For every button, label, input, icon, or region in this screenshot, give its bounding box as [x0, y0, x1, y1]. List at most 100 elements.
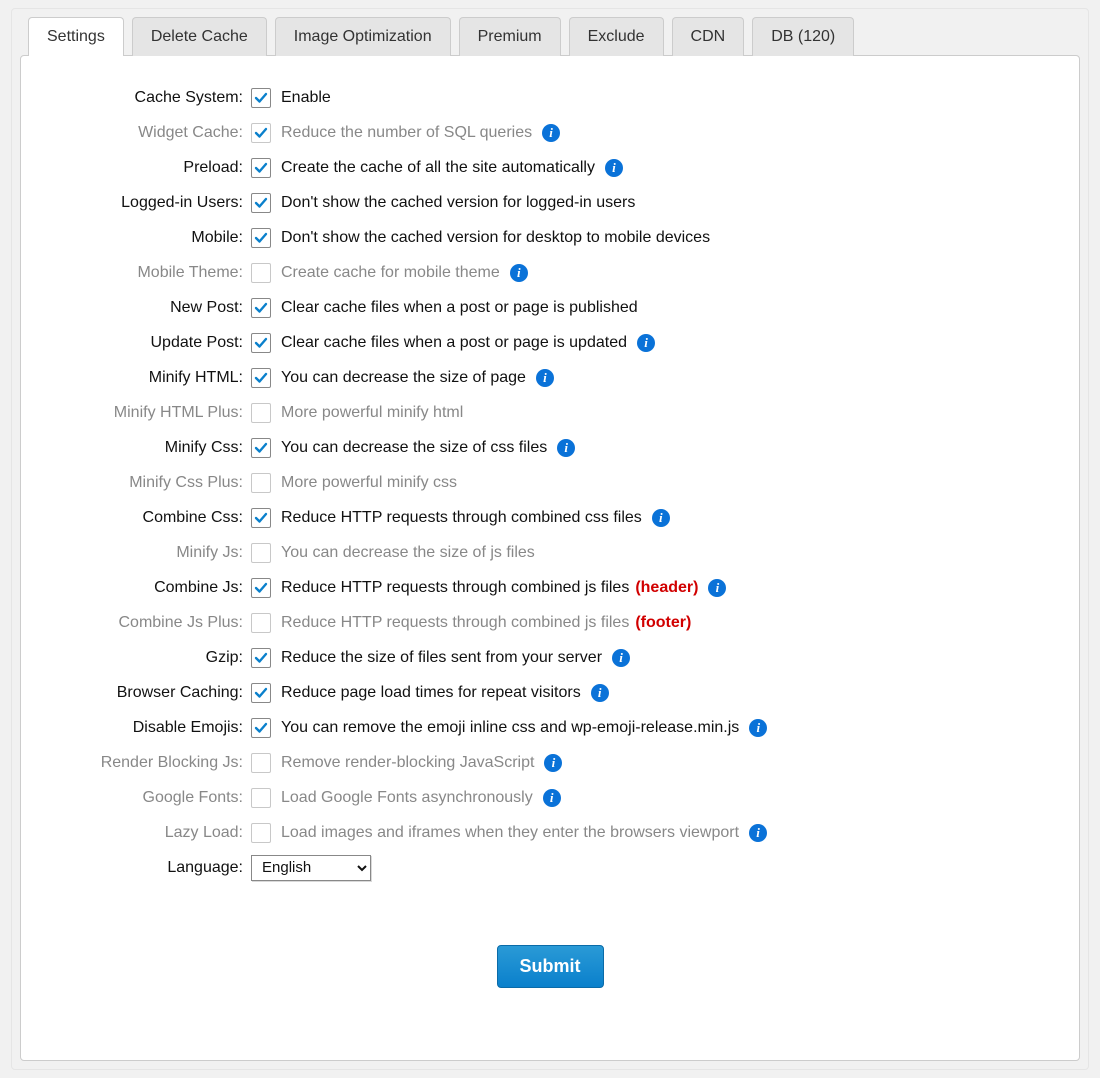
setting-description: More powerful minify css [281, 474, 457, 492]
setting-label: Lazy Load: [53, 824, 251, 842]
setting-row: Combine Css: Reduce HTTP requests through… [53, 500, 1047, 535]
setting-description: Load Google Fonts asynchronously [281, 789, 533, 807]
setting-row: Minify Css:You can decrease the size of … [53, 430, 1047, 465]
setting-row: New Post:Clear cache files when a post o… [53, 290, 1047, 325]
info-icon[interactable]: i [536, 369, 554, 387]
setting-description: Enable [281, 89, 331, 107]
checkbox[interactable] [251, 88, 271, 108]
checkbox[interactable] [251, 333, 271, 353]
setting-row: Cache System:Enable [53, 80, 1047, 115]
checkbox[interactable] [251, 648, 271, 668]
checkbox[interactable] [251, 368, 271, 388]
setting-row: Minify HTML:You can decrease the size of… [53, 360, 1047, 395]
setting-row: Lazy Load: Load images and iframes when t… [53, 815, 1047, 850]
info-icon[interactable]: i [542, 124, 560, 142]
setting-label: Google Fonts: [53, 789, 251, 807]
row-language: Language: English [53, 850, 1047, 885]
setting-description: Clear cache files when a post or page is… [281, 334, 627, 352]
setting-label: Combine Js: [53, 579, 251, 597]
checkbox[interactable] [251, 718, 271, 738]
info-icon[interactable]: i [544, 754, 562, 772]
setting-row: Update Post: Clear cache files when a pos… [53, 325, 1047, 360]
setting-row: Mobile:Don't show the cached version for… [53, 220, 1047, 255]
checkbox[interactable] [251, 403, 271, 423]
setting-row: Render Blocking Js:Remove render-blockin… [53, 745, 1047, 780]
setting-label: Update Post: [53, 334, 251, 352]
setting-description: You can decrease the size of page [281, 369, 526, 387]
checkbox[interactable] [251, 298, 271, 318]
info-icon[interactable]: i [510, 264, 528, 282]
checkbox[interactable] [251, 228, 271, 248]
setting-description: Don't show the cached version for logged… [281, 194, 635, 212]
info-icon[interactable]: i [591, 684, 609, 702]
settings-panel: Cache System:Enable Widget Cache: Reduce t… [20, 55, 1080, 1061]
setting-description: Reduce the number of SQL queries [281, 124, 532, 142]
tab-image-optimization[interactable]: Image Optimization [275, 17, 451, 56]
setting-description: Load images and iframes when they enter … [281, 824, 739, 842]
checkbox[interactable] [251, 613, 271, 633]
setting-label: Disable Emojis: [53, 719, 251, 737]
checkbox[interactable] [251, 543, 271, 563]
setting-description: Create cache for mobile theme [281, 264, 500, 282]
setting-row: Combine Js Plus: Reduce HTTP requests thr… [53, 605, 1047, 640]
checkbox[interactable] [251, 508, 271, 528]
info-icon[interactable]: i [543, 789, 561, 807]
info-icon[interactable]: i [708, 579, 726, 597]
info-icon[interactable]: i [749, 824, 767, 842]
setting-extra: (footer) [635, 614, 691, 632]
setting-label: Combine Js Plus: [53, 614, 251, 632]
setting-label: Widget Cache: [53, 124, 251, 142]
checkbox[interactable] [251, 438, 271, 458]
checkbox[interactable] [251, 158, 271, 178]
setting-description: Reduce page load times for repeat visito… [281, 684, 581, 702]
setting-row: Google Fonts: Load Google Fonts asynchron… [53, 780, 1047, 815]
language-select[interactable]: English [251, 855, 371, 881]
setting-label: Minify Css Plus: [53, 474, 251, 492]
setting-description: Don't show the cached version for deskto… [281, 229, 710, 247]
setting-description: Reduce HTTP requests through combined cs… [281, 509, 642, 527]
setting-row: Gzip:Reduce the size of files sent from … [53, 640, 1047, 675]
checkbox[interactable] [251, 823, 271, 843]
submit-button[interactable]: Submit [497, 945, 604, 988]
tab-exclude[interactable]: Exclude [569, 17, 664, 56]
tab-cdn[interactable]: CDN [672, 17, 745, 56]
setting-label: Combine Css: [53, 509, 251, 527]
setting-label: Gzip: [53, 649, 251, 667]
info-icon[interactable]: i [612, 649, 630, 667]
setting-description: Create the cache of all the site automat… [281, 159, 595, 177]
tab-delete-cache[interactable]: Delete Cache [132, 17, 267, 56]
setting-label: Preload: [53, 159, 251, 177]
info-icon[interactable]: i [605, 159, 623, 177]
label-language: Language: [53, 859, 251, 877]
setting-row: Disable Emojis:You can remove the emoji … [53, 710, 1047, 745]
settings-wrapper: SettingsDelete CacheImage OptimizationPr… [11, 8, 1089, 1070]
setting-row: Minify Css Plus: More powerful minify css [53, 465, 1047, 500]
checkbox[interactable] [251, 123, 271, 143]
checkbox[interactable] [251, 263, 271, 283]
setting-row: Mobile Theme:Create cache for mobile the… [53, 255, 1047, 290]
checkbox[interactable] [251, 753, 271, 773]
setting-description: More powerful minify html [281, 404, 463, 422]
setting-row: Browser Caching:Reduce page load times f… [53, 675, 1047, 710]
setting-row: Logged-in Users:Don't show the cached ve… [53, 185, 1047, 220]
checkbox[interactable] [251, 788, 271, 808]
setting-label: Minify Js: [53, 544, 251, 562]
setting-label: Render Blocking Js: [53, 754, 251, 772]
setting-description: Reduce HTTP requests through combined js… [281, 614, 691, 632]
checkbox[interactable] [251, 578, 271, 598]
info-icon[interactable]: i [637, 334, 655, 352]
checkbox[interactable] [251, 683, 271, 703]
tab-premium[interactable]: Premium [459, 17, 561, 56]
checkbox[interactable] [251, 193, 271, 213]
tab-settings[interactable]: Settings [28, 17, 124, 56]
setting-row: Minify HTML Plus:More powerful minify ht… [53, 395, 1047, 430]
setting-row: Widget Cache: Reduce the number of SQL qu… [53, 115, 1047, 150]
tab-strip: SettingsDelete CacheImage OptimizationPr… [20, 17, 1080, 55]
setting-label: Minify Css: [53, 439, 251, 457]
info-icon[interactable]: i [749, 719, 767, 737]
info-icon[interactable]: i [652, 509, 670, 527]
setting-label: New Post: [53, 299, 251, 317]
tab-db-120-[interactable]: DB (120) [752, 17, 854, 56]
info-icon[interactable]: i [557, 439, 575, 457]
checkbox[interactable] [251, 473, 271, 493]
